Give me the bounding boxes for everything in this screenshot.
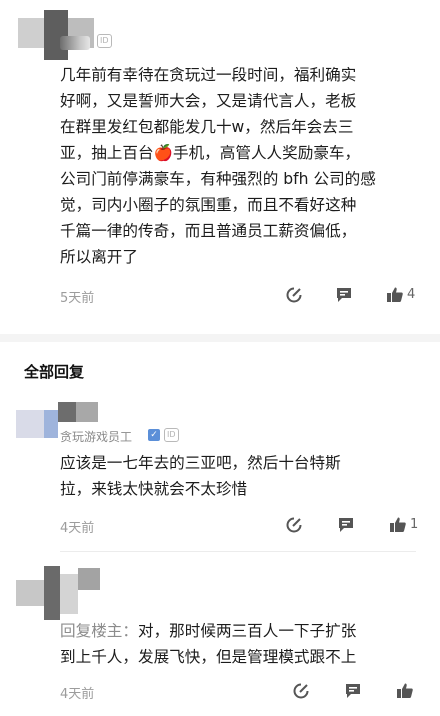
replies-header: 全部回复 <box>24 363 85 381</box>
timestamp: 4天前 <box>60 521 95 536</box>
like-icon[interactable] <box>396 682 414 700</box>
comment-line: 在群里发红包都能发几十w，然后年会去三 <box>60 118 354 136</box>
username[interactable]: 贪玩游戏员工 <box>60 428 132 445</box>
comment-line: 所以离开了 <box>60 248 138 266</box>
reply-text: 回复楼主：对，那时候两三百人一下子扩张 到上千人，发展飞快，但是管理模式跟不上 <box>60 618 420 670</box>
id-badge: ID <box>97 34 112 48</box>
edit-icon[interactable] <box>285 286 303 304</box>
comment-icon[interactable] <box>335 286 353 304</box>
edit-icon[interactable] <box>292 682 310 700</box>
comment-icon[interactable] <box>337 516 355 534</box>
comment-line: 亚，抽上百台🍎手机，高管人人奖励豪车， <box>60 144 361 162</box>
avatar[interactable] <box>16 566 100 620</box>
avatar[interactable] <box>18 10 94 60</box>
id-badge: ID <box>164 428 179 442</box>
comment-line: 几年前有幸待在贪玩过一段时间，福利确实 <box>60 66 357 84</box>
reply-line: 对，那时候两三百人一下子扩张 <box>137 622 357 640</box>
verified-badge: ✓ <box>148 429 160 441</box>
username-blurred[interactable] <box>60 36 90 50</box>
reply-line: 到上千人，发展飞快，但是管理模式跟不上 <box>60 648 357 666</box>
divider <box>60 551 416 552</box>
comment-line: 公司门前停满豪车，有种强烈的 bfh 公司的感 <box>60 170 376 188</box>
reply-to-prefix[interactable]: 回复楼主： <box>60 622 138 640</box>
like-count: 1 <box>410 517 419 532</box>
section-separator <box>0 334 440 342</box>
timestamp: 5天前 <box>60 291 95 306</box>
timestamp: 4天前 <box>60 687 95 702</box>
comment-line: 觉，司内小圈子的氛围重，而且不看好这种 <box>60 196 357 214</box>
like-count: 4 <box>407 287 416 302</box>
comment-text: 几年前有幸待在贪玩过一段时间，福利确实 好啊，又是誓师大会，又是请代言人，老板 … <box>60 62 432 270</box>
edit-icon[interactable] <box>285 516 303 534</box>
reply-text: 应该是一七年去的三亚吧，然后十台特斯 拉，来钱太快就会不太珍惜 <box>60 450 420 502</box>
reply-line: 拉，来钱太快就会不太珍惜 <box>60 480 248 498</box>
like-icon[interactable] <box>386 286 404 304</box>
comment-line: 好啊，又是誓师大会，又是请代言人，老板 <box>60 92 357 110</box>
reply-line: 应该是一七年去的三亚吧，然后十台特斯 <box>60 454 341 472</box>
like-icon[interactable] <box>389 516 407 534</box>
comment-icon[interactable] <box>344 682 362 700</box>
comment-line: 千篇一律的传奇，而且普通员工薪资偏低， <box>60 222 357 240</box>
